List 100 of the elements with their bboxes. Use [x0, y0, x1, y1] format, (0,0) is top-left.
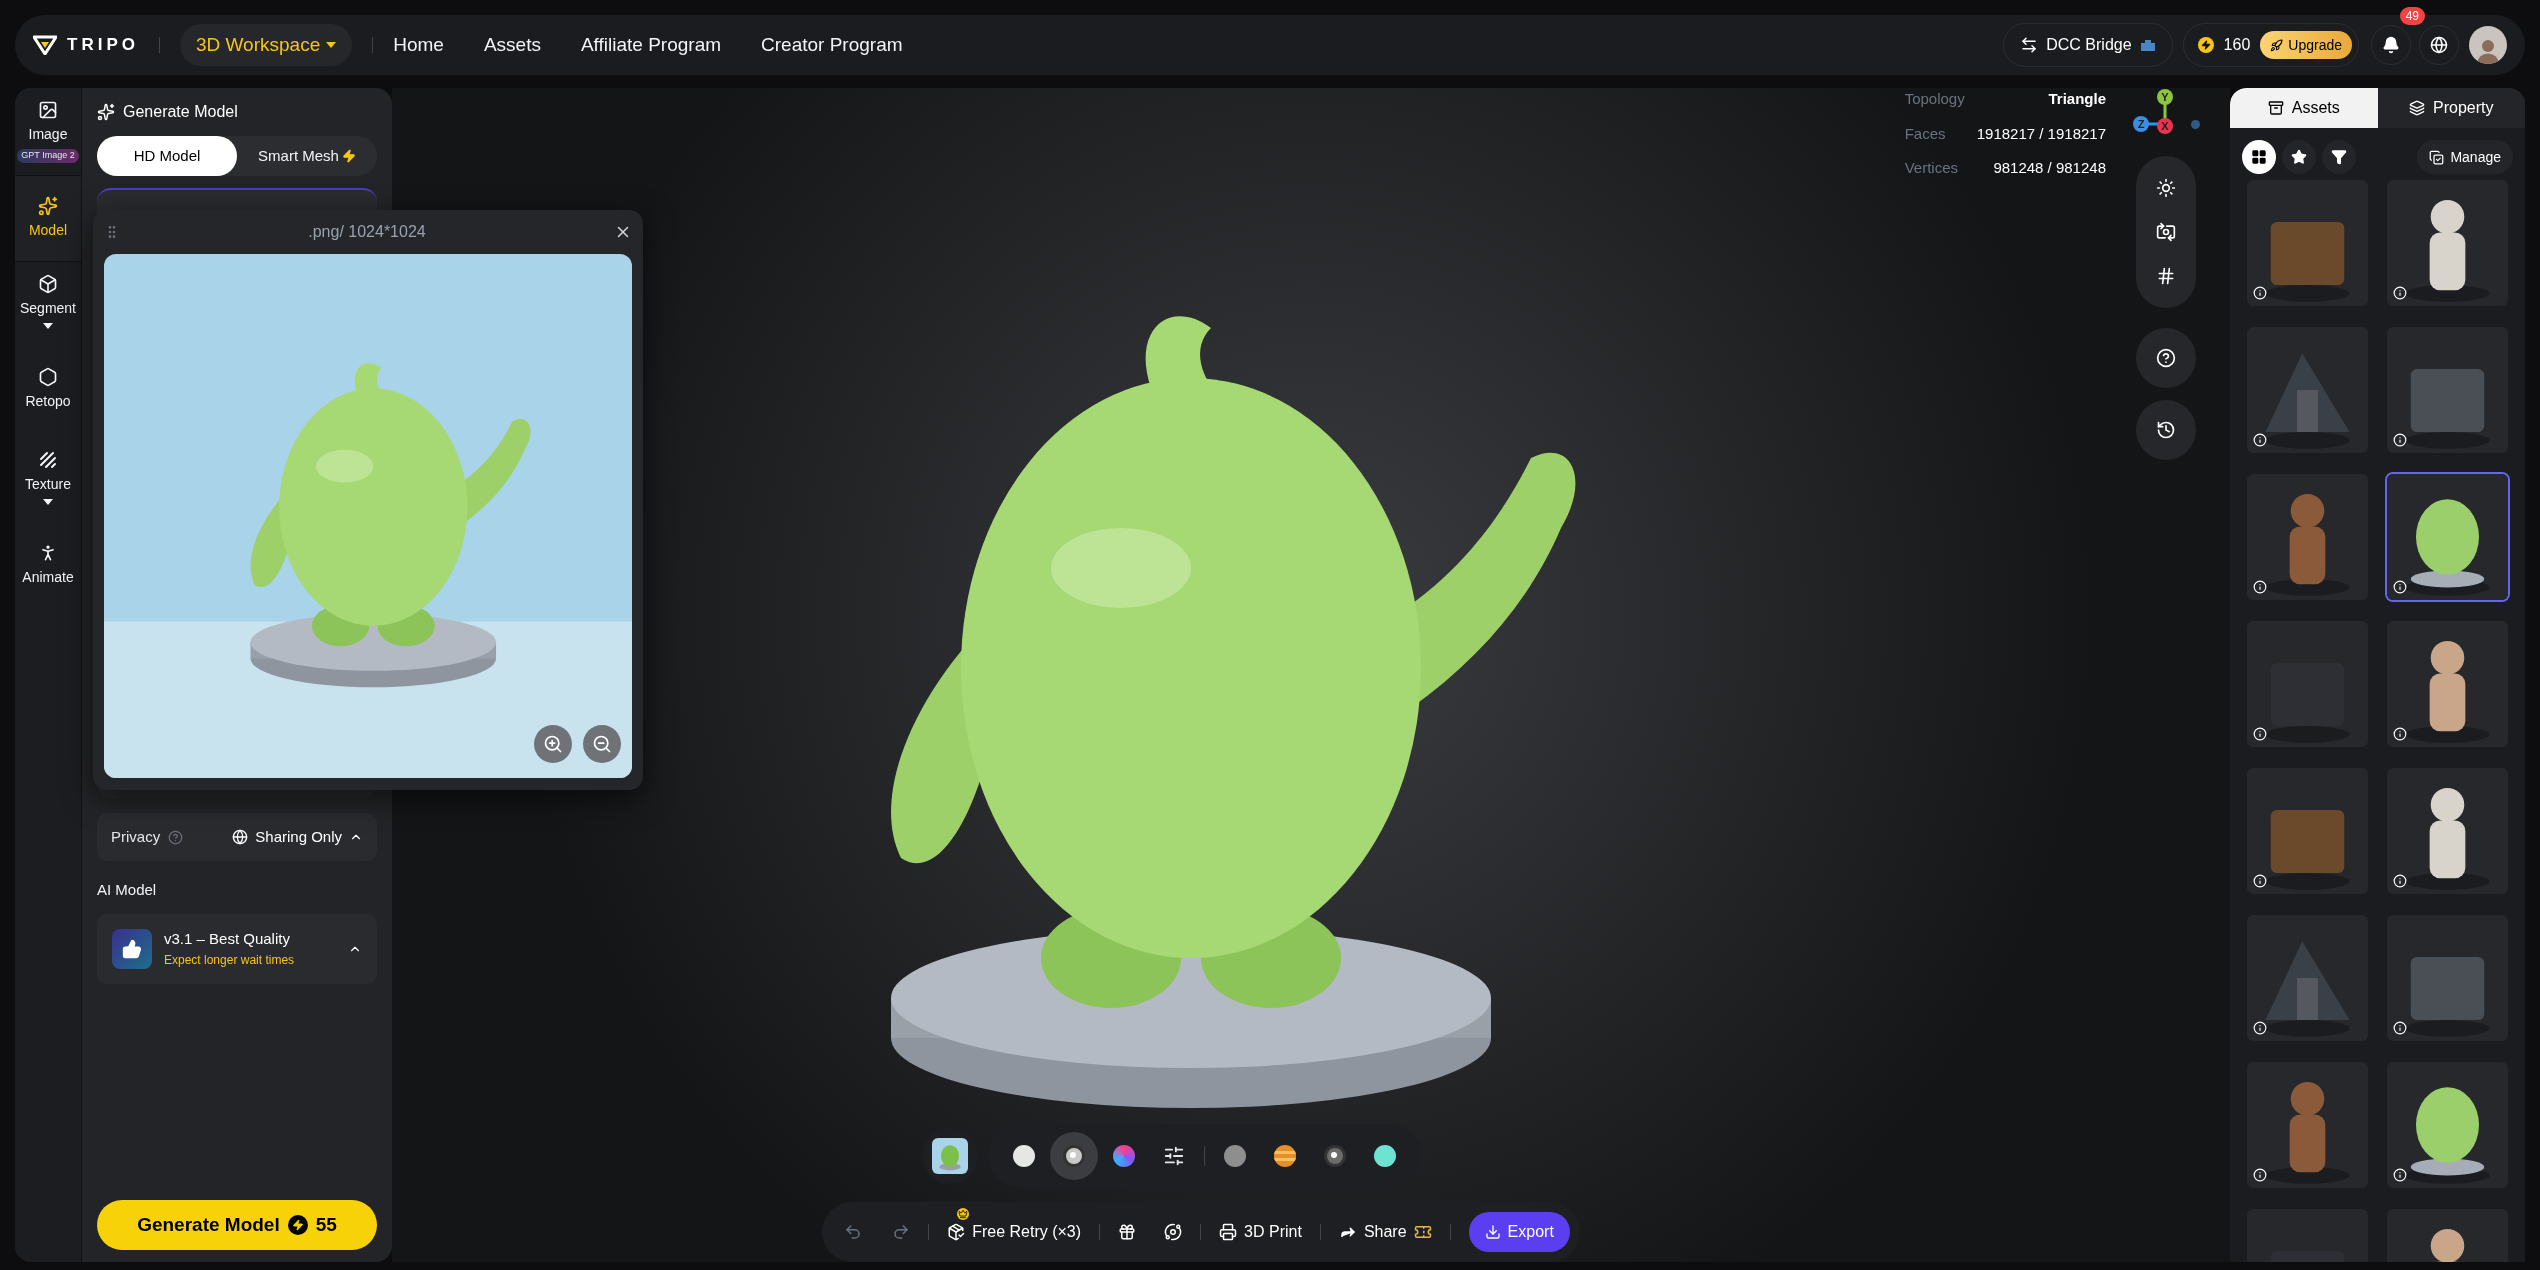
help-icon — [168, 829, 184, 845]
material-button[interactable] — [1049, 1132, 1098, 1180]
stat-value: 1918217 / 1918217 — [1976, 123, 2106, 144]
cube-icon — [38, 273, 58, 294]
generate-button[interactable]: Generate Model 55 — [97, 1200, 377, 1250]
crown-icon — [957, 1208, 970, 1220]
caret-icon — [326, 42, 337, 48]
credit-count: 160 — [2223, 35, 2251, 55]
free-retry-button[interactable]: Free Retry (×3) — [947, 1220, 1082, 1244]
image-info: .png/ 1024*1024 — [307, 222, 427, 242]
info-icon[interactable] — [2253, 1168, 2267, 1182]
hexagon-icon — [38, 366, 58, 387]
rail-tab[interactable]: Model — [15, 174, 81, 262]
archive-icon — [2267, 100, 2284, 116]
export-button[interactable]: Export — [1468, 1212, 1570, 1252]
panel-tab[interactable]: Property — [2377, 88, 2525, 128]
share-button[interactable]: Share — [1338, 1220, 1432, 1244]
bolt-icon — [2197, 37, 2214, 53]
filter-icon — [2331, 149, 2347, 165]
orbit-icon[interactable] — [1164, 1223, 1183, 1241]
rail-tab[interactable]: Texture — [15, 437, 81, 517]
printer-icon — [1219, 1223, 1238, 1241]
bolt-icon — [287, 1215, 308, 1235]
puzzle-icon — [2139, 39, 2156, 51]
ticket-icon — [1413, 1223, 1432, 1241]
gift-icon[interactable] — [1118, 1223, 1137, 1241]
star-filter-button[interactable] — [2282, 140, 2316, 174]
star-icon — [2291, 149, 2307, 165]
rail-tab[interactable]: Segment — [15, 261, 81, 341]
info-icon[interactable] — [2393, 727, 2407, 741]
nav-link[interactable]: Creator Program — [761, 30, 903, 60]
info-icon[interactable] — [2253, 874, 2267, 888]
rocket-icon — [2270, 38, 2284, 52]
zoom-out-icon — [592, 734, 612, 754]
info-icon[interactable] — [2393, 1168, 2407, 1182]
logo-icon — [33, 35, 57, 55]
info-icon[interactable] — [2393, 874, 2407, 888]
download-icon — [1484, 1224, 1501, 1240]
ai-model-dropdown[interactable]: v3.1 – Best Quality Expect longer wait times — [97, 913, 377, 984]
info-icon[interactable] — [2253, 286, 2267, 300]
info-icon[interactable] — [2393, 433, 2407, 447]
mode-tab[interactable]: HD Model — [97, 136, 237, 176]
info-icon[interactable] — [2253, 1021, 2267, 1035]
bell-icon — [2382, 36, 2400, 54]
info-icon[interactable] — [2253, 580, 2267, 594]
info-icon[interactable] — [2393, 580, 2407, 594]
cost-value: 55 — [315, 1212, 337, 1237]
layers-icon — [2409, 100, 2425, 116]
sparkle-icon — [38, 195, 58, 216]
undo-icon[interactable] — [844, 1223, 863, 1241]
info-icon[interactable] — [2253, 433, 2267, 447]
grid-filter-button[interactable] — [2242, 140, 2276, 174]
swap-icon — [2020, 36, 2039, 54]
panel-tab[interactable]: Assets — [2230, 88, 2378, 128]
nav-link[interactable]: Affiliate Program — [580, 30, 722, 60]
workspace-dropdown[interactable]: 3D Workspace — [179, 24, 353, 66]
manage-icon — [2429, 149, 2445, 165]
camera-icon[interactable] — [2155, 222, 2176, 242]
help-icon — [2155, 348, 2176, 368]
avatar[interactable] — [2469, 26, 2507, 64]
hatch-icon — [38, 449, 58, 470]
bolt-icon — [341, 149, 356, 163]
panel-title: Generate Model — [123, 102, 238, 122]
rail-tab[interactable]: Animate — [15, 530, 81, 600]
globe-icon — [232, 829, 249, 845]
globe-icon — [2430, 36, 2448, 54]
light-icon[interactable] — [2155, 178, 2176, 198]
stat-label: Faces — [1904, 123, 1947, 144]
privacy-label: Privacy — [111, 826, 161, 847]
stat-value: Triangle — [2047, 89, 2106, 109]
stat-label: Vertices — [1904, 158, 1959, 178]
stat-label: Topology — [1904, 89, 1965, 109]
rail-tab[interactable]: Retopo — [15, 354, 81, 424]
manage-button[interactable]: Manage — [2417, 140, 2513, 174]
retry-icon — [947, 1223, 966, 1241]
logo-text: TRIPO — [67, 34, 139, 57]
info-icon[interactable] — [2393, 286, 2407, 300]
mode-tab[interactable]: Smart Mesh — [237, 136, 377, 176]
info-icon[interactable] — [2393, 1021, 2407, 1035]
axis-gizmo[interactable]: Y Z X — [2131, 88, 2177, 136]
info-icon[interactable] — [2253, 727, 2267, 741]
nav-link[interactable]: Assets — [483, 30, 541, 60]
zoom-in-icon — [543, 734, 563, 754]
model-badge: GPT Image 2 — [17, 149, 79, 163]
stat-value: 981248 / 981248 — [1992, 158, 2106, 178]
sliders-icon — [1162, 1145, 1185, 1167]
3d-print-button[interactable]: 3D Print — [1219, 1220, 1302, 1244]
filter-filter-button[interactable] — [2322, 140, 2356, 174]
redo-icon[interactable] — [892, 1223, 911, 1241]
sharing-dropdown[interactable]: Sharing Only — [232, 825, 363, 849]
nav-link[interactable]: Home — [393, 30, 444, 60]
grid-icon — [2251, 149, 2267, 165]
upgrade-button[interactable]: Upgrade — [2260, 31, 2352, 59]
material-swatch — [1112, 1145, 1135, 1167]
rail-tab[interactable]: Image GPT Image 2 — [15, 88, 81, 175]
sparkle-icon — [97, 103, 115, 121]
model-name: v3.1 – Best Quality — [164, 929, 291, 950]
history-icon — [2155, 420, 2176, 440]
notification-badge: 49 — [2399, 7, 2425, 25]
model-note: Expect longer wait times — [164, 951, 295, 969]
